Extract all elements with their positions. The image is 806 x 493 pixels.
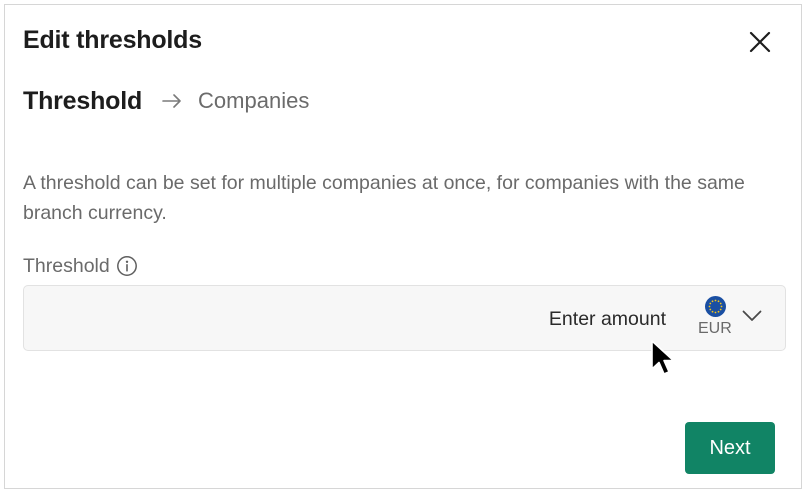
threshold-amount-field: EUR [23,285,786,351]
currency-code: EUR [698,320,732,337]
threshold-label: Threshold [23,254,110,277]
info-icon[interactable] [116,255,138,277]
eu-flag-icon [705,296,726,317]
step-companies: Companies [198,88,310,113]
currency-select[interactable]: EUR [692,292,772,344]
arrow-right-icon [162,94,182,108]
close-icon [749,31,771,53]
dialog-description: A threshold can be set for multiple comp… [23,172,745,224]
close-button[interactable] [741,23,779,61]
threshold-label-row: Threshold [23,253,138,279]
amount-input[interactable] [34,296,666,342]
stepper: Threshold Companies [23,85,309,117]
next-button[interactable]: Next [685,422,775,474]
step-threshold: Threshold [23,86,143,115]
dialog-title: Edit thresholds [23,26,202,54]
chevron-down-icon [742,310,762,321]
edit-thresholds-dialog: Edit thresholds Threshold Companies A th… [4,4,802,489]
